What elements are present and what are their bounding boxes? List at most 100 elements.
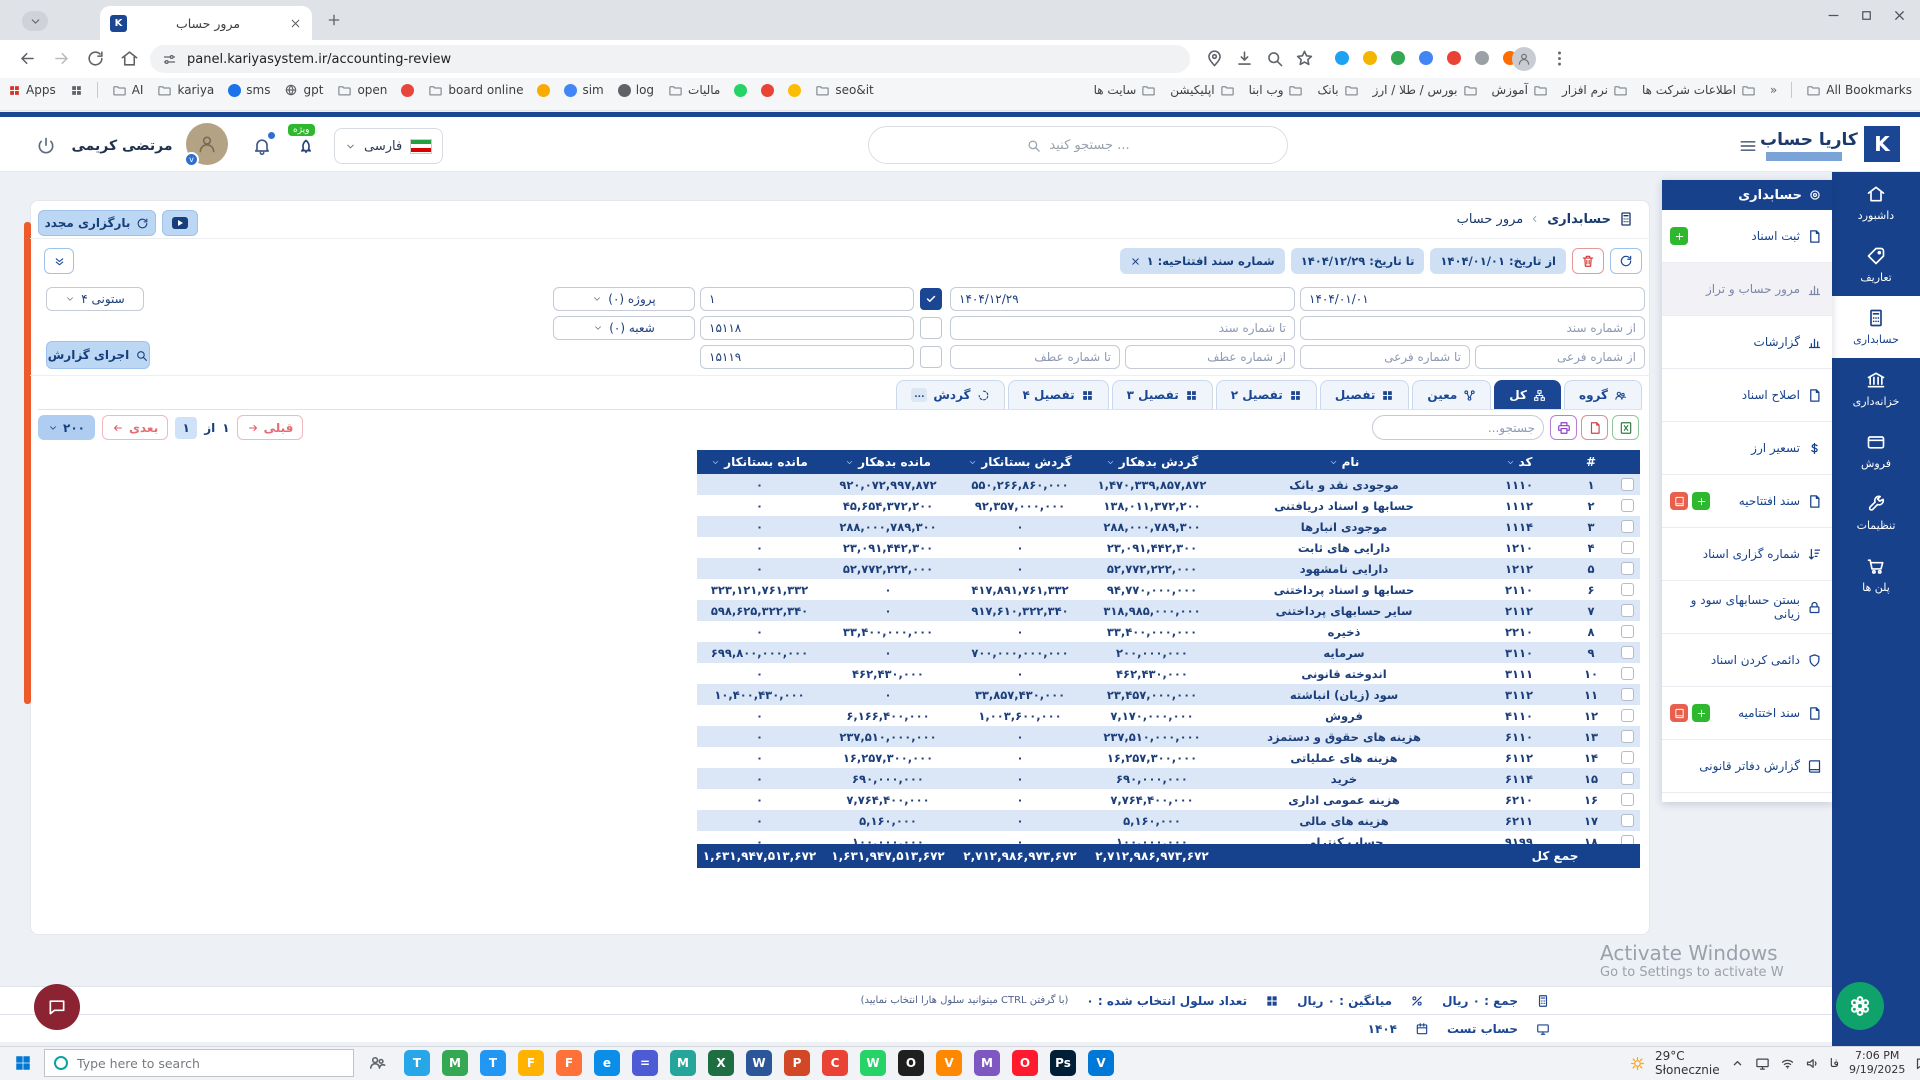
- branch-dropdown[interactable]: شعبه (۰): [553, 316, 695, 340]
- app-telegram[interactable]: T: [404, 1050, 430, 1076]
- table-row[interactable]: ۱۶۶۲۱۰هزینه عمومی اداری۷,۷۶۴,۴۰۰,۰۰۰۰۷,۷…: [697, 789, 1640, 810]
- app-files[interactable]: F: [518, 1050, 544, 1076]
- language-selector[interactable]: فارسی: [334, 128, 443, 164]
- app-telegram-2[interactable]: T: [480, 1050, 506, 1076]
- all-bookmarks[interactable]: All Bookmarks: [1806, 83, 1912, 98]
- table-row[interactable]: ۹۳۱۱۰سرمایه۲۰۰,۰۰۰,۰۰۰۷۰۰,۰۰۰,۰۰۰,۰۰۰۰۶۹…: [697, 642, 1640, 663]
- app-word[interactable]: W: [746, 1050, 772, 1076]
- extension-icon[interactable]: [1447, 51, 1461, 65]
- filter-chip[interactable]: شماره سند افتتاحیه: ۱: [1120, 248, 1285, 274]
- table-row[interactable]: ۱۲۴۱۱۰فروش۷,۱۷۰,۰۰۰,۰۰۰۱,۰۰۳,۶۰۰,۰۰۰۶,۱۶…: [697, 705, 1640, 726]
- column-header[interactable]: مانده بستانکار: [697, 450, 822, 474]
- to-ref-number-input[interactable]: [950, 345, 1120, 369]
- submenu-item[interactable]: اصلاح اسناد: [1662, 369, 1832, 422]
- tab-search-button[interactable]: [22, 11, 48, 31]
- submenu-item[interactable]: گزارشات: [1662, 316, 1832, 369]
- address-bar[interactable]: panel.kariyasystem.ir/accounting-review: [150, 45, 1190, 73]
- bookmark-item[interactable]: [761, 84, 774, 97]
- submenu-item[interactable]: بستن حسابهای سود و زیانی: [1662, 581, 1832, 634]
- table-row[interactable]: ۱۳۶۱۱۰هزینه های حقوق و دستمزد۲۳۷,۵۱۰,۰۰۰…: [697, 726, 1640, 747]
- row-checkbox[interactable]: [1621, 688, 1634, 701]
- submenu-item[interactable]: مرور حساب و تراز: [1662, 263, 1832, 316]
- tab-تفصیل[interactable]: تفصیل: [1320, 380, 1410, 409]
- sidebar-rail-item-cart[interactable]: پلن ها: [1832, 544, 1920, 606]
- tab-گروه[interactable]: گروه: [1564, 380, 1642, 409]
- bookmark-item[interactable]: AI: [112, 83, 144, 98]
- app-photoshop[interactable]: Ps: [1050, 1050, 1076, 1076]
- tray-caret-icon[interactable]: [1730, 1056, 1745, 1071]
- row-checkbox[interactable]: [1621, 751, 1634, 764]
- home-icon[interactable]: [120, 49, 139, 68]
- book-icon[interactable]: [1670, 492, 1688, 510]
- sidebar-rail-item-tag[interactable]: تعاریف: [1832, 234, 1920, 296]
- video-help-button[interactable]: [162, 210, 198, 236]
- tab-تفصیل ۳[interactable]: تفصیل ۳: [1112, 380, 1213, 409]
- next-page-button[interactable]: بعدی: [102, 415, 168, 440]
- app-excel[interactable]: X: [708, 1050, 734, 1076]
- project-dropdown[interactable]: پروژه (۰): [553, 287, 695, 311]
- column-header[interactable]: کد: [1470, 450, 1568, 474]
- filter-chip[interactable]: از تاریخ: ۱۴۰۴/۰۱/۰۱: [1430, 248, 1566, 274]
- app-vlc[interactable]: V: [936, 1050, 962, 1076]
- new-tab-button[interactable]: [326, 12, 342, 28]
- rocket-icon[interactable]: [296, 138, 316, 158]
- tab-close-icon[interactable]: [289, 17, 302, 30]
- table-row[interactable]: ۱۴۶۱۱۲هزینه های عملیاتی۱۶,۲۵۷,۳۰۰,۰۰۰۰۱۶…: [697, 747, 1640, 768]
- column-header[interactable]: مانده بدهکار: [822, 450, 954, 474]
- table-row[interactable]: ۶۲۱۱۰حسابها و اسناد پرداختنی۹۴,۷۷۰,۰۰۰,۰…: [697, 579, 1640, 600]
- row-checkbox[interactable]: [1621, 625, 1634, 638]
- table-row[interactable]: ۳۱۱۱۴موجودی انبارها۲۸۸,۰۰۰,۷۸۹,۳۰۰۰۲۸۸,۰…: [697, 516, 1640, 537]
- company-name[interactable]: حساب تست: [1447, 1022, 1518, 1036]
- doc-number-3-input[interactable]: [700, 345, 914, 369]
- sidebar-rail-item-wrench[interactable]: تنظیمات: [1832, 482, 1920, 544]
- bookmark-folder[interactable]: نرم افزار: [1562, 83, 1628, 98]
- taskbar-clock[interactable]: 7:06 PM 9/19/2025: [1849, 1049, 1905, 1077]
- submenu-item[interactable]: تسعیر ارز: [1662, 422, 1832, 475]
- app-market[interactable]: M: [670, 1050, 696, 1076]
- back-icon[interactable]: [18, 49, 37, 68]
- bookmark-folder[interactable]: اپلیکیشن: [1170, 83, 1234, 98]
- extension-icon[interactable]: [1335, 51, 1349, 65]
- submenu-item[interactable]: شماره گزاری اسناد: [1662, 528, 1832, 581]
- fiscal-year[interactable]: ۱۴۰۴: [1368, 1022, 1397, 1036]
- hamburger-menu-icon[interactable]: [1738, 136, 1758, 156]
- maximize-icon[interactable]: [1859, 8, 1874, 23]
- row-checkbox[interactable]: [1621, 499, 1634, 512]
- row-checkbox[interactable]: [1621, 646, 1634, 659]
- row-checkbox[interactable]: [1621, 772, 1634, 785]
- language-indicator[interactable]: فا: [1830, 1056, 1839, 1070]
- notification-center-icon[interactable]: [1915, 1056, 1920, 1071]
- bookmark-item[interactable]: [401, 84, 414, 97]
- column-header[interactable]: نام: [1218, 450, 1470, 474]
- table-row[interactable]: ۱۷۶۲۱۱هزینه های مالی۵,۱۶۰,۰۰۰۰۵,۱۶۰,۰۰۰۰: [697, 810, 1640, 831]
- bookmark-item[interactable]: kariya: [157, 83, 214, 98]
- bookmark-item[interactable]: gpt: [284, 83, 323, 97]
- table-search-input[interactable]: [1372, 415, 1544, 440]
- tab-extra[interactable]: ...: [911, 388, 927, 402]
- bookmarks-overflow-chevron[interactable]: »: [1770, 83, 1777, 97]
- breadcrumb-section[interactable]: حسابداری: [1547, 212, 1611, 227]
- table-row[interactable]: ۱۰۳۱۱۱اندوخته قانونی۴۶۲,۴۳۰,۰۰۰۰۴۶۲,۴۳۰,…: [697, 663, 1640, 684]
- bookmark-star-icon[interactable]: [1295, 49, 1314, 68]
- close-window-icon[interactable]: [1892, 8, 1907, 23]
- tab-تفصیل ۴[interactable]: تفصیل ۴: [1008, 380, 1109, 409]
- browser-menu-icon[interactable]: [1550, 49, 1569, 68]
- app-obs[interactable]: O: [898, 1050, 924, 1076]
- row-checkbox[interactable]: [1621, 604, 1634, 617]
- table-row[interactable]: ۵۱۲۱۲دارایی نامشهود۵۲,۷۷۲,۲۲۲,۰۰۰۰۵۲,۷۷۲…: [697, 558, 1640, 579]
- tab-تفصیل ۲[interactable]: تفصیل ۲: [1216, 380, 1317, 409]
- bookmark-item[interactable]: [70, 84, 83, 97]
- extension-icon[interactable]: [1391, 51, 1405, 65]
- assistant-widget[interactable]: [1836, 982, 1884, 1030]
- row-checkbox[interactable]: [1621, 562, 1634, 575]
- bookmark-item[interactable]: [537, 84, 550, 97]
- extension-icon[interactable]: [1475, 51, 1489, 65]
- submenu-item[interactable]: سند افتتاحیه: [1662, 475, 1832, 528]
- start-button[interactable]: [14, 1054, 32, 1072]
- wifi-icon[interactable]: [1780, 1056, 1795, 1071]
- to-date-input[interactable]: [950, 287, 1295, 311]
- doc-number-2-input[interactable]: [700, 316, 914, 340]
- location-icon[interactable]: [1205, 49, 1224, 68]
- app-whatsapp[interactable]: W: [860, 1050, 886, 1076]
- prev-page-button[interactable]: قبلی: [237, 415, 304, 440]
